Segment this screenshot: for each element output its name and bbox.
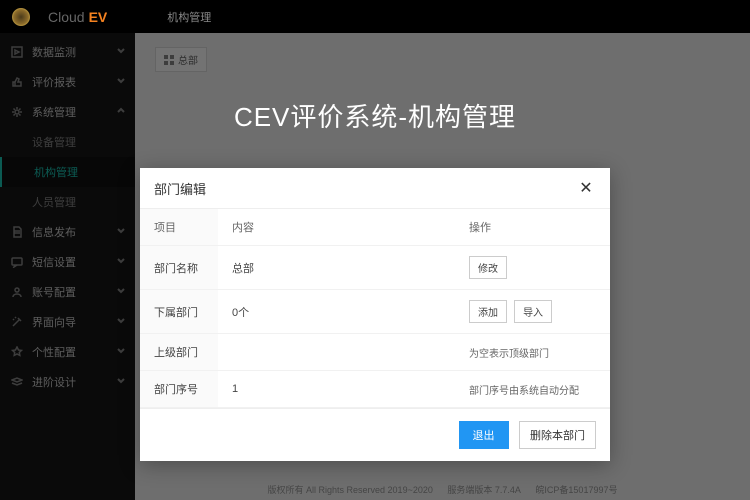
page-title: 机构管理 <box>167 9 211 25</box>
table-row: 部门序号 1 部门序号由系统自动分配 <box>140 371 610 408</box>
dept-table: 项目 内容 操作 部门名称 总部 修改 下属部门 0个 添加 导入 <box>140 209 610 408</box>
row-label: 下属部门 <box>140 290 218 334</box>
header-item: 项目 <box>140 209 218 246</box>
row-label: 部门序号 <box>140 371 218 408</box>
table-row: 上级部门 为空表示顶级部门 <box>140 334 610 371</box>
row-label: 上级部门 <box>140 334 218 371</box>
row-value: 0个 <box>218 290 455 334</box>
row-note: 部门序号由系统自动分配 <box>469 386 579 397</box>
row-value <box>218 334 455 371</box>
logo-icon <box>12 8 30 26</box>
brand: Cloud EV <box>48 9 107 25</box>
table-row: 下属部门 0个 添加 导入 <box>140 290 610 334</box>
add-button[interactable]: 添加 <box>469 300 507 323</box>
topbar: Cloud EV 机构管理 <box>0 0 750 33</box>
brand-ev: EV <box>89 9 108 25</box>
edit-button[interactable]: 修改 <box>469 256 507 279</box>
delete-button[interactable]: 删除本部门 <box>519 421 596 449</box>
dept-edit-modal: 部门编辑 ✕ 项目 内容 操作 部门名称 总部 修改 下属部门 0个 <box>140 168 610 461</box>
banner-title: CEV评价系统-机构管理 <box>234 97 516 134</box>
table-row: 部门名称 总部 修改 <box>140 246 610 290</box>
table-header-row: 项目 内容 操作 <box>140 209 610 246</box>
row-value: 总部 <box>218 246 455 290</box>
close-icon[interactable]: ✕ <box>576 178 596 198</box>
row-note: 为空表示顶级部门 <box>469 349 549 360</box>
header-content: 内容 <box>218 209 455 246</box>
modal-footer: 退出 删除本部门 <box>140 408 610 461</box>
row-label: 部门名称 <box>140 246 218 290</box>
modal-header: 部门编辑 ✕ <box>140 168 610 209</box>
exit-button[interactable]: 退出 <box>459 421 509 449</box>
header-action: 操作 <box>455 209 610 246</box>
row-value: 1 <box>218 371 455 408</box>
import-button[interactable]: 导入 <box>514 300 552 323</box>
brand-cloud: Cloud <box>48 9 85 25</box>
modal-title: 部门编辑 <box>154 179 206 198</box>
